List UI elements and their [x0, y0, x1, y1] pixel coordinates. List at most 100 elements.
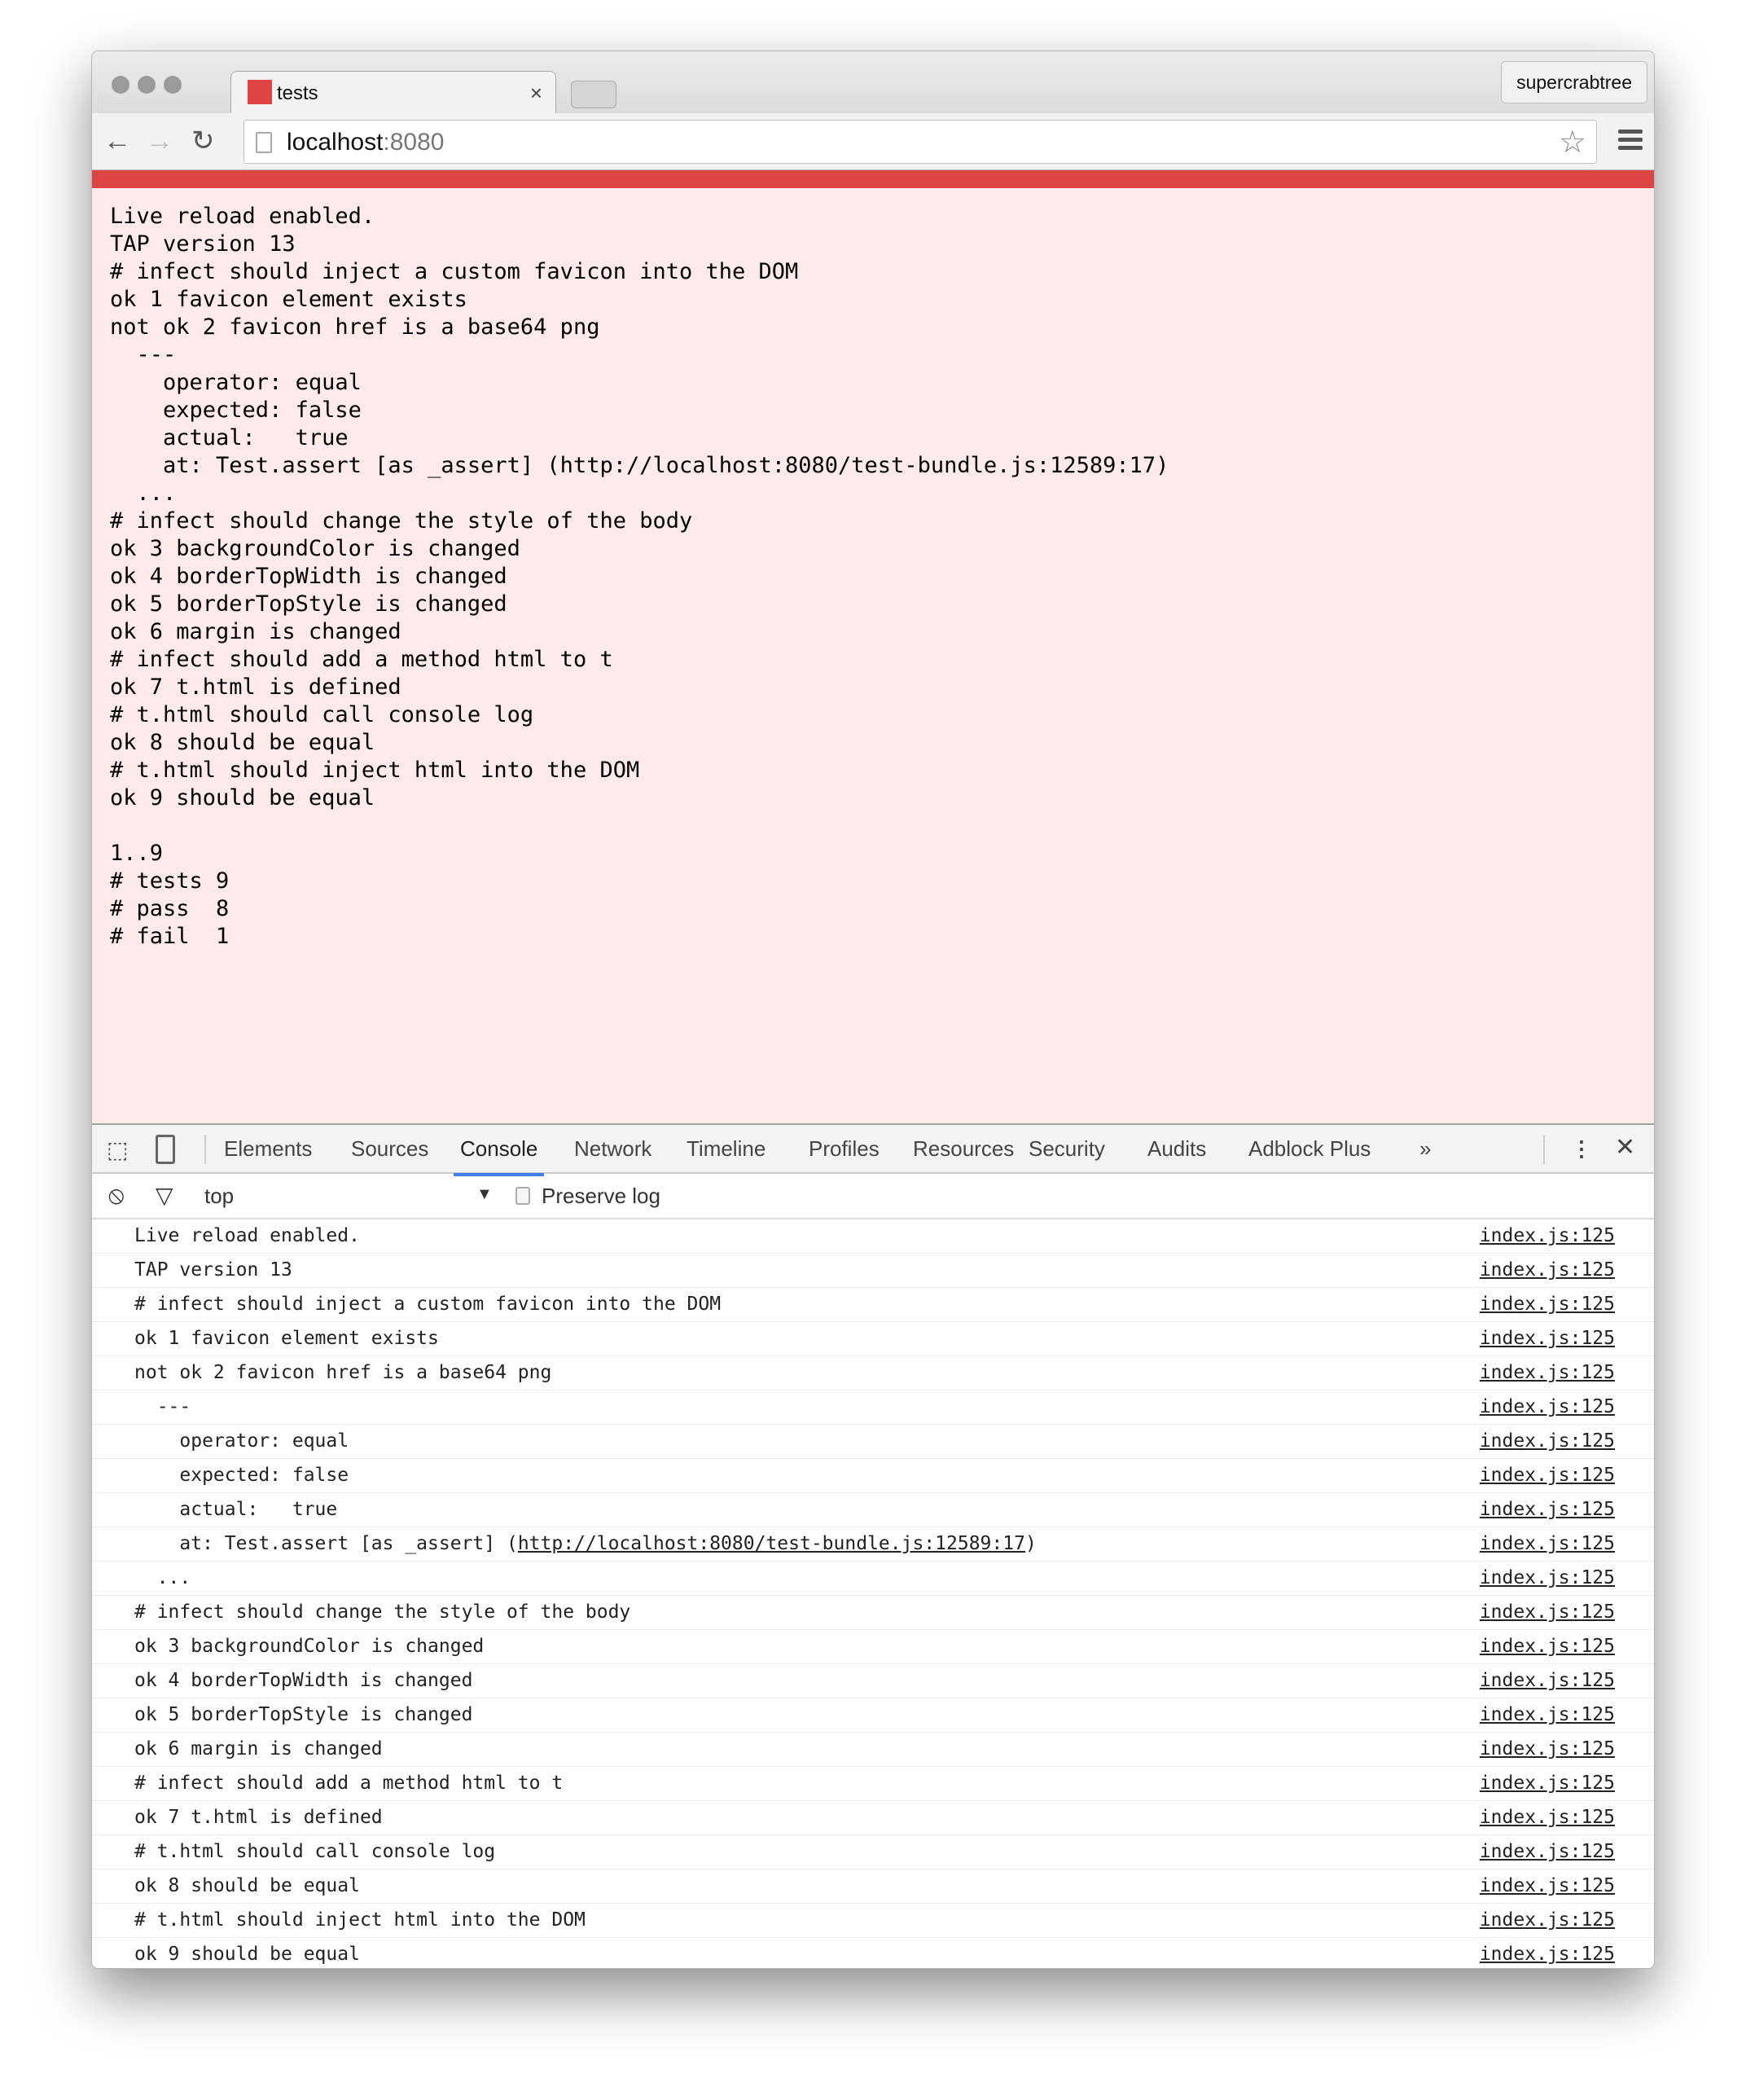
console-row: --- index.js:125 [92, 1390, 1654, 1425]
clear-console-icon[interactable]: ⦸ [108, 1182, 125, 1210]
console-row: # t.html should call console log index.js… [92, 1835, 1654, 1869]
source-link[interactable]: index.js:125 [1480, 1835, 1615, 1868]
bookmark-star-icon[interactable]: ☆ [1559, 124, 1586, 160]
profile-button[interactable]: supercrabtree [1501, 61, 1647, 103]
source-link[interactable]: index.js:125 [1480, 1869, 1615, 1902]
tab-audits[interactable]: Audits [1147, 1136, 1206, 1162]
page-line: ... [110, 481, 177, 506]
tab-elements[interactable]: Elements [224, 1136, 312, 1162]
console-row: not ok 2 favicon href is a base64 png ind… [92, 1356, 1654, 1390]
source-link[interactable]: index.js:125 [1480, 1596, 1615, 1628]
console-row: ok 4 borderTopWidth is changed index.js:1… [92, 1664, 1654, 1698]
console-message: ok 3 backgroundColor is changed [134, 1636, 485, 1657]
console-row: # t.html should inject html into the DOM… [92, 1904, 1654, 1938]
source-link[interactable]: index.js:125 [1480, 1801, 1615, 1834]
console-row: ... index.js:125 [92, 1562, 1654, 1596]
page-line: # t.html should call console log [110, 702, 534, 727]
reload-icon[interactable]: ↻ [191, 125, 215, 157]
console-message: # t.html should call console log [134, 1841, 496, 1862]
preserve-log-checkbox[interactable] [515, 1187, 530, 1205]
page-line: not ok 2 favicon href is a base64 png [110, 314, 600, 340]
source-link[interactable]: index.js:125 [1480, 1664, 1615, 1697]
source-link[interactable]: index.js:125 [1480, 1390, 1615, 1423]
source-link[interactable]: index.js:125 [1480, 1698, 1615, 1731]
page-line [110, 812, 1636, 840]
address-bar[interactable]: localhost:8080 ☆ [243, 120, 1597, 164]
console-message: # infect should add a method html to t [134, 1773, 564, 1794]
toolbar: ← → ↻ localhost:8080 ☆ [92, 113, 1654, 170]
browser-window: tests × supercrabtree ← → ↻ localhost:80… [91, 51, 1655, 1969]
url-text: localhost:8080 [287, 129, 445, 156]
source-link[interactable]: index.js:125 [1480, 1733, 1615, 1765]
tab-title: tests [277, 82, 318, 104]
tab-security[interactable]: Security [1029, 1136, 1105, 1162]
source-link[interactable]: index.js:125 [1480, 1767, 1615, 1799]
console-row: Live reload enabled. index.js:125 [92, 1219, 1654, 1254]
console-message: ok 8 should be equal [134, 1875, 360, 1896]
new-tab-button[interactable] [571, 81, 616, 108]
forward-icon[interactable]: → [146, 125, 173, 157]
close-window-button[interactable] [112, 76, 129, 94]
page-line: ok 6 margin is changed [110, 619, 401, 644]
console-message: --- [134, 1396, 191, 1417]
zoom-window-button[interactable] [164, 76, 182, 94]
console-message: ... [134, 1567, 191, 1588]
source-link[interactable]: index.js:125 [1480, 1356, 1615, 1389]
minimize-window-button[interactable] [138, 76, 156, 94]
source-link[interactable]: index.js:125 [1480, 1562, 1615, 1594]
console-message: at: Test.assert [as _assert] ( [134, 1533, 518, 1554]
tab-network[interactable]: Network [574, 1136, 651, 1162]
context-dropdown-icon[interactable]: ▼ [476, 1185, 493, 1204]
console-message: TAP version 13 [134, 1259, 292, 1281]
source-link[interactable]: index.js:125 [1480, 1527, 1615, 1560]
console-row: at: Test.assert [as _assert] (http://loc… [92, 1527, 1654, 1562]
source-link[interactable]: index.js:125 [1480, 1219, 1615, 1252]
devtools-menu-icon[interactable]: ⋮ [1571, 1136, 1592, 1162]
page-line: 1..9 [110, 841, 164, 866]
source-link[interactable]: index.js:125 [1480, 1459, 1615, 1492]
tab-adblock-plus[interactable]: Adblock Plus [1248, 1136, 1371, 1162]
source-link[interactable]: index.js:125 [1480, 1938, 1615, 1968]
console-row: actual: true index.js:125 [92, 1493, 1654, 1527]
tab-timeline[interactable]: Timeline [687, 1136, 766, 1162]
more-tabs-icon[interactable]: » [1419, 1136, 1431, 1162]
page-content: Live reload enabled. TAP version 13 # infe… [92, 188, 1654, 1123]
page-line: at: Test.assert [as _assert] (http://loc… [110, 453, 1169, 478]
tab-sources[interactable]: Sources [351, 1136, 428, 1162]
source-link[interactable]: index.js:125 [1480, 1904, 1615, 1936]
source-link[interactable]: index.js:125 [1480, 1254, 1615, 1286]
page-line: # fail 1 [110, 924, 230, 949]
tab-close-icon[interactable]: × [530, 81, 542, 106]
console-message: ok 1 favicon element exists [134, 1328, 439, 1349]
tab-resources[interactable]: Resources [913, 1136, 1014, 1162]
paren: ) [1024, 1533, 1037, 1554]
page-line: ok 5 borderTopStyle is changed [110, 591, 507, 617]
console-message: expected: false [134, 1465, 349, 1486]
source-link[interactable]: index.js:125 [1480, 1493, 1615, 1526]
close-devtools-icon[interactable]: ✕ [1615, 1133, 1635, 1162]
console-message: ok 9 should be equal [134, 1944, 360, 1965]
page-line: ok 3 backgroundColor is changed [110, 536, 520, 561]
filter-icon[interactable]: ▽ [156, 1182, 173, 1209]
console-row: # infect should add a method html to t in… [92, 1767, 1654, 1801]
console-message: ok 4 borderTopWidth is changed [134, 1670, 473, 1691]
tab-console[interactable]: Console [453, 1136, 545, 1176]
device-mode-icon[interactable] [156, 1135, 175, 1164]
page-line: ok 1 favicon element exists [110, 287, 467, 312]
context-select[interactable]: top [204, 1184, 234, 1209]
menu-icon[interactable] [1618, 130, 1643, 154]
tab-tests[interactable]: tests × [230, 71, 556, 115]
back-icon[interactable]: ← [103, 125, 131, 157]
console-message: not ok 2 favicon href is a base64 png [134, 1362, 552, 1383]
source-link[interactable]: index.js:125 [1480, 1425, 1615, 1457]
page-line: ok 8 should be equal [110, 730, 375, 755]
console-row: ok 8 should be equal index.js:125 [92, 1869, 1654, 1904]
source-link[interactable]: index.js:125 [1480, 1322, 1615, 1355]
inspect-element-icon[interactable]: ⬚ [107, 1136, 128, 1163]
page-top-border [92, 170, 1654, 188]
source-link[interactable]: index.js:125 [1480, 1630, 1615, 1663]
source-link[interactable]: index.js:125 [1480, 1288, 1615, 1320]
console-row: ok 9 should be equal index.js:125 [92, 1938, 1654, 1968]
tab-profiles[interactable]: Profiles [809, 1136, 880, 1162]
stack-link[interactable]: http://localhost:8080/test-bundle.js:125… [518, 1533, 1025, 1554]
